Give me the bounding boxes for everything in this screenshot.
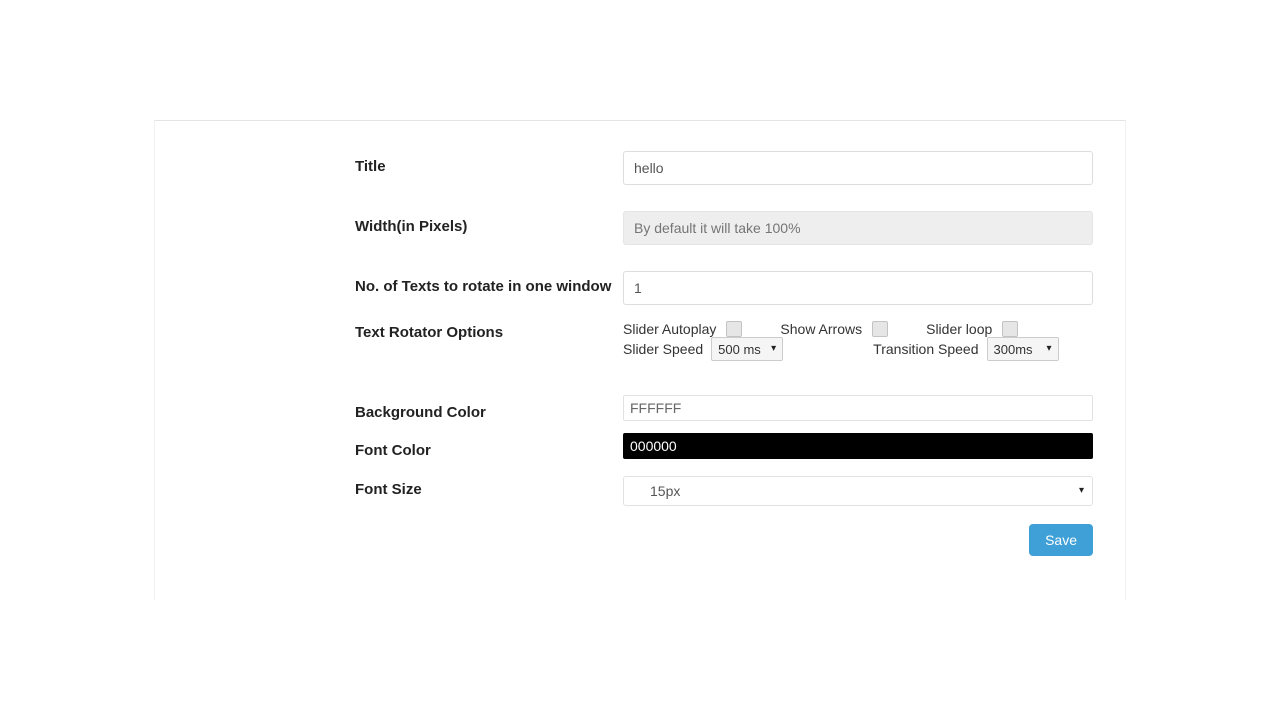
- fontcolor-input[interactable]: [623, 433, 1093, 459]
- arrows-label: Show Arrows: [780, 321, 862, 337]
- label-fontsize: Font Size: [355, 476, 623, 500]
- chevron-down-icon: ▾: [1079, 486, 1084, 496]
- label-num-texts: No. of Texts to rotate in one window: [355, 271, 623, 297]
- transition-speed-label: Transition Speed: [873, 341, 978, 357]
- row-width: Width(in Pixels): [355, 211, 1093, 245]
- transition-speed-value: 300ms: [994, 342, 1033, 357]
- settings-panel: Title Width(in Pixels) No. of Texts to r…: [154, 120, 1126, 600]
- chevron-down-icon: ▾: [1046, 344, 1051, 354]
- slider-speed-label: Slider Speed: [623, 341, 703, 357]
- chevron-down-icon: ▾: [771, 344, 776, 354]
- fontsize-value: 15px: [632, 483, 680, 499]
- row-rotator-options: Text Rotator Options Slider Autoplay Sho…: [355, 321, 1093, 361]
- label-title: Title: [355, 151, 623, 177]
- rotator-options-line1: Slider Autoplay Show Arrows Slider loop: [623, 321, 1093, 337]
- slider-speed-value: 500 ms: [718, 342, 761, 357]
- loop-label: Slider loop: [926, 321, 992, 337]
- label-bgcolor: Background Color: [355, 401, 623, 423]
- transition-speed-select[interactable]: 300ms ▾: [987, 337, 1059, 361]
- bgcolor-input[interactable]: [623, 395, 1093, 421]
- button-row: Save: [355, 524, 1093, 556]
- title-input[interactable]: [623, 151, 1093, 185]
- row-title: Title: [355, 151, 1093, 185]
- arrows-checkbox[interactable]: [872, 321, 888, 337]
- loop-checkbox[interactable]: [1002, 321, 1018, 337]
- row-bgcolor: Background Color: [355, 401, 1093, 423]
- row-fontcolor: Font Color: [355, 439, 1093, 461]
- label-width: Width(in Pixels): [355, 211, 623, 237]
- row-num-texts: No. of Texts to rotate in one window: [355, 271, 1093, 305]
- autoplay-checkbox[interactable]: [726, 321, 742, 337]
- width-input[interactable]: [623, 211, 1093, 245]
- label-rotator-options: Text Rotator Options: [355, 321, 623, 343]
- row-fontsize: Font Size 15px ▾: [355, 476, 1093, 506]
- fontsize-select[interactable]: 15px ▾: [623, 476, 1093, 506]
- slider-speed-select[interactable]: 500 ms ▾: [711, 337, 783, 361]
- label-fontcolor: Font Color: [355, 439, 623, 461]
- num-texts-input[interactable]: [623, 271, 1093, 305]
- rotator-options-line2: Slider Speed 500 ms ▾ Transition Speed 3…: [623, 337, 1093, 361]
- autoplay-label: Slider Autoplay: [623, 321, 716, 337]
- save-button[interactable]: Save: [1029, 524, 1093, 556]
- form: Title Width(in Pixels) No. of Texts to r…: [355, 151, 1093, 556]
